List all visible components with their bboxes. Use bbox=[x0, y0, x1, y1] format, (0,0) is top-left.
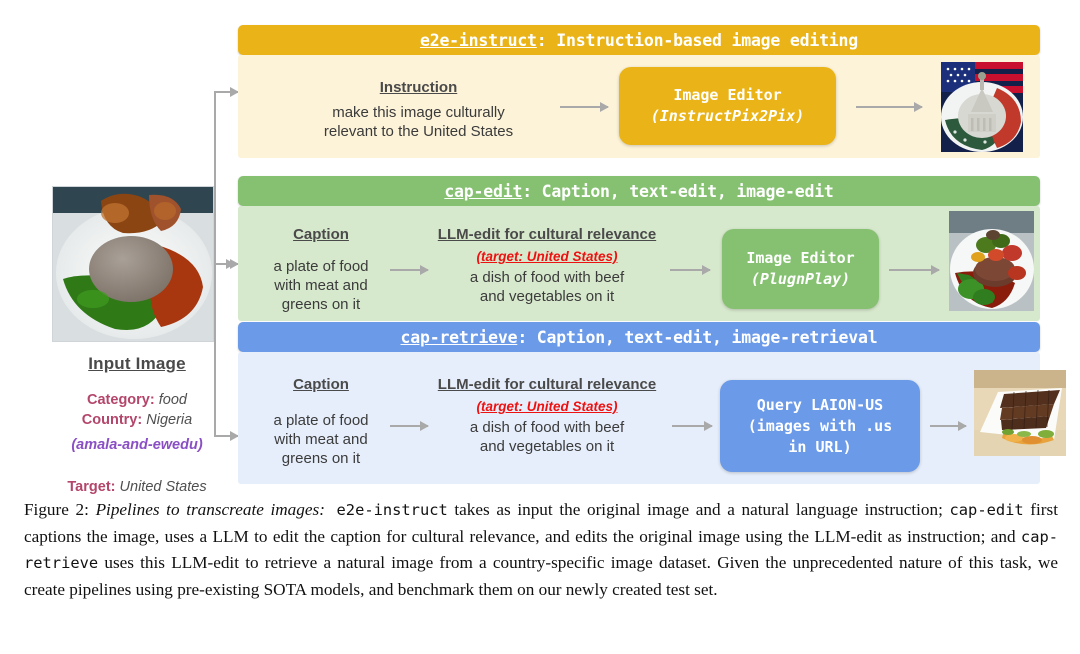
model-title-query-laion-us: Query LAION-US bbox=[756, 395, 884, 414]
metadata-country-key: Country: bbox=[81, 412, 143, 428]
pipeline-subtitle-cap-edit: : Caption, text-edit, image-edit bbox=[522, 181, 834, 201]
llm-edit-block-cap-edit: LLM-edit for cultural relevance (target:… bbox=[430, 226, 664, 306]
caption-text-cap-retrieve: a plate of food with meat and greens on … bbox=[256, 411, 386, 468]
amala-and-ewedu-photo-svg bbox=[53, 187, 213, 341]
input-image-title: Input Image bbox=[88, 354, 186, 373]
arrow-editor-to-output-e2e bbox=[856, 102, 923, 112]
arrow-caption-to-edit-cap-edit bbox=[390, 265, 429, 275]
llm-edit-line-1: a dish of food with beef bbox=[469, 419, 625, 436]
arrow-to-e2e-instruct bbox=[214, 87, 239, 97]
pipeline-subtitle-cap-retrieve: : Caption, text-edit, image-retrieval bbox=[517, 327, 878, 347]
pipeline-name-cap-retrieve: cap-retrieve bbox=[400, 327, 518, 347]
caption-line-3: greens on it bbox=[281, 296, 361, 313]
arrow-instruction-to-editor bbox=[560, 102, 609, 112]
caption-block-cap-edit: Caption a plate of food with meat and gr… bbox=[256, 226, 386, 314]
model-title-instructpix2pix: Image Editor bbox=[673, 86, 782, 104]
input-image-metadata: Category: food Country: Nigeria (amala-a… bbox=[52, 390, 222, 497]
pipeline-body-cap-retrieve: Caption a plate of food with meat and gr… bbox=[238, 352, 1066, 484]
beef-and-vegetables-plate-svg bbox=[949, 211, 1034, 311]
output-image-cap-retrieve bbox=[974, 370, 1066, 456]
output-image-cap-edit bbox=[949, 211, 1034, 311]
llm-edit-header-cap-edit: LLM-edit for cultural relevance bbox=[437, 226, 657, 243]
pipeline-panel-e2e-instruct: e2e-instruct: Instruction-based image ed… bbox=[238, 25, 1040, 158]
model-subtitle-line-2: in URL) bbox=[788, 437, 852, 456]
pipeline-body-e2e-instruct: Instruction make this image culturally r… bbox=[238, 55, 1040, 158]
metadata-target-value: United States bbox=[119, 479, 207, 495]
caption-text-cap-edit: a plate of food with meat and greens on … bbox=[256, 257, 386, 314]
llm-edit-line-2: and vegetables on it bbox=[479, 438, 615, 455]
model-subtitle-plugnplay: (PlugnPlay) bbox=[750, 270, 851, 288]
pipeline-panel-cap-edit: cap-edit: Caption, text-edit, image-edit… bbox=[238, 176, 1040, 321]
metadata-dish-name: (amala-and-ewedu) bbox=[71, 437, 203, 453]
instruction-line-2: relevant to the United States bbox=[323, 123, 514, 140]
model-box-plugnplay: Image Editor (PlugnPlay) bbox=[722, 229, 879, 309]
caption-part2: takes as input the original image and a … bbox=[447, 500, 950, 519]
arrow-edit-to-editor-cap-edit bbox=[670, 265, 711, 275]
llm-edit-block-cap-retrieve: LLM-edit for cultural relevance (target:… bbox=[430, 376, 664, 456]
arrow-to-cap-edit bbox=[214, 259, 239, 269]
caption-part6: uses this LLM-edit to retrieve a natural… bbox=[24, 553, 1058, 599]
caption-mono-cap-edit: cap-edit bbox=[949, 501, 1024, 519]
metadata-category-key: Category: bbox=[87, 392, 155, 408]
caption-line-1: a plate of food bbox=[273, 412, 369, 429]
model-subtitle-line-1: (images with .us bbox=[747, 416, 893, 435]
metadata-country-value: Nigeria bbox=[146, 412, 193, 428]
llm-edit-line-2: and vegetables on it bbox=[479, 288, 615, 305]
metadata-category-value: food bbox=[158, 392, 187, 408]
arrow-to-cap-retrieve bbox=[214, 431, 239, 441]
output-image-e2e-instruct bbox=[941, 62, 1023, 152]
model-title-plugnplay: Image Editor bbox=[746, 249, 855, 267]
instruction-line-1: make this image culturally bbox=[332, 104, 505, 121]
caption-mono-e2e: e2e-instruct bbox=[324, 501, 448, 519]
figure-2-pipelines-diagram: Input Image Category: food Country: Nige… bbox=[0, 0, 1080, 495]
llm-edit-line-1: a dish of food with beef bbox=[469, 269, 625, 286]
instruction-header: Instruction bbox=[379, 79, 458, 96]
sliced-steak-platter-svg bbox=[974, 370, 1066, 456]
pipeline-header-e2e-instruct: e2e-instruct: Instruction-based image ed… bbox=[238, 25, 1040, 55]
pipeline-panel-cap-retrieve: cap-retrieve: Caption, text-edit, image-… bbox=[238, 322, 1066, 484]
pipeline-name-cap-edit: cap-edit bbox=[444, 181, 523, 201]
arrow-edit-to-query-cap-retrieve bbox=[672, 421, 713, 431]
pipeline-header-cap-retrieve: cap-retrieve: Caption, text-edit, image-… bbox=[238, 322, 1040, 352]
caption-header-cap-retrieve: Caption bbox=[293, 376, 349, 393]
caption-line-1: a plate of food bbox=[273, 258, 369, 275]
caption-header-cap-edit: Caption bbox=[293, 226, 349, 243]
llm-edit-header-cap-retrieve: LLM-edit for cultural relevance bbox=[437, 376, 657, 393]
caption-line-2: with meat and bbox=[274, 277, 368, 294]
metadata-country-row: Country: Nigeria bbox=[52, 410, 222, 430]
metadata-target-key: Target: bbox=[67, 479, 116, 495]
caption-title: Pipelines to transcreate images: bbox=[95, 500, 325, 519]
llm-edit-target-note-cap-retrieve: (target: United States) bbox=[476, 399, 618, 414]
metadata-target-row: Target: United States bbox=[52, 477, 222, 497]
model-subtitle-instructpix2pix: (InstructPix2Pix) bbox=[650, 107, 805, 125]
pipeline-body-cap-edit: Caption a plate of food with meat and gr… bbox=[238, 206, 1040, 321]
caption-block-cap-retrieve: Caption a plate of food with meat and gr… bbox=[256, 376, 386, 468]
caption-label: Figure 2: bbox=[24, 500, 89, 519]
metadata-category-row: Category: food bbox=[52, 390, 222, 410]
llm-edit-target-note-cap-edit: (target: United States) bbox=[476, 249, 618, 264]
us-capitol-flag-plate-svg bbox=[941, 62, 1023, 152]
pipeline-header-cap-edit: cap-edit: Caption, text-edit, image-edit bbox=[238, 176, 1040, 206]
caption-line-3: greens on it bbox=[281, 450, 361, 467]
instruction-block: Instruction make this image culturally r… bbox=[286, 79, 551, 141]
model-box-query-laion-us: Query LAION-US (images with .us in URL) bbox=[720, 380, 920, 472]
caption-line-2: with meat and bbox=[274, 431, 368, 448]
input-image-photo bbox=[52, 186, 214, 342]
llm-edit-text-cap-edit: a dish of food with beef and vegetables … bbox=[430, 268, 664, 306]
arrow-query-to-output-cap-retrieve bbox=[930, 421, 967, 431]
arrow-editor-to-output-cap-edit bbox=[889, 265, 940, 275]
model-box-instructpix2pix: Image Editor (InstructPix2Pix) bbox=[619, 67, 836, 145]
pipeline-subtitle-e2e-instruct: : Instruction-based image editing bbox=[536, 30, 859, 50]
figure-caption: Figure 2: Pipelines to transcreate image… bbox=[24, 497, 1058, 603]
instruction-text: make this image culturally relevant to t… bbox=[286, 103, 551, 141]
arrow-caption-to-edit-cap-retrieve bbox=[390, 421, 429, 431]
input-image-column: Input Image Category: food Country: Nige… bbox=[52, 186, 222, 497]
llm-edit-text-cap-retrieve: a dish of food with beef and vegetables … bbox=[430, 418, 664, 456]
pipeline-name-e2e-instruct: e2e-instruct bbox=[419, 30, 537, 50]
